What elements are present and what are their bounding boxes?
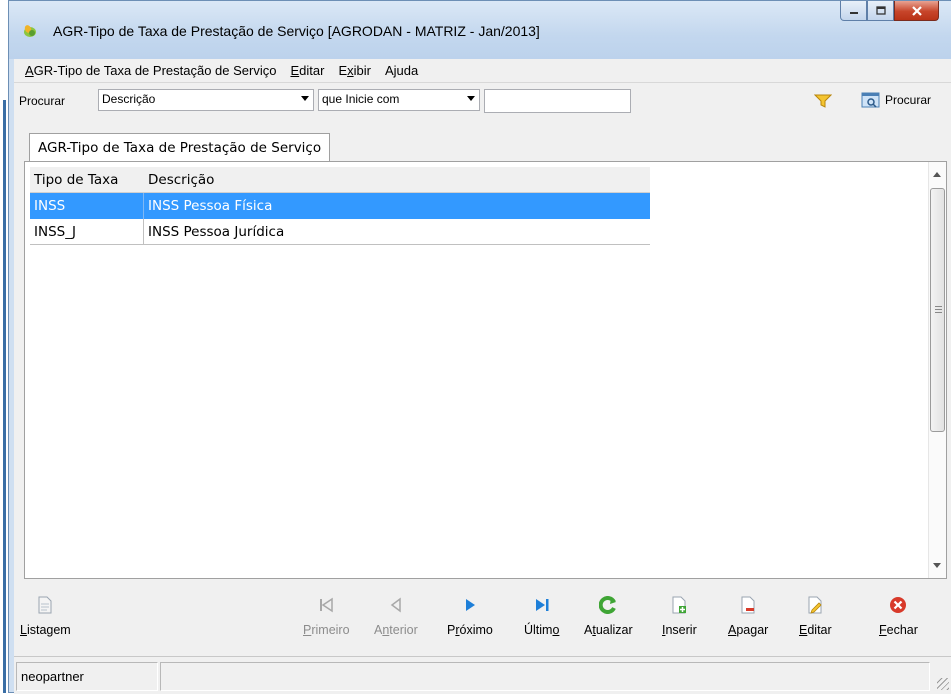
- fechar-button[interactable]: Fechar: [879, 595, 918, 637]
- status-bar: neopartner: [14, 656, 951, 694]
- editar-button[interactable]: Editar: [799, 595, 832, 637]
- column-header-descricao[interactable]: Descrição: [144, 167, 650, 192]
- chevron-down-icon: [467, 96, 475, 101]
- close-circle-icon: [888, 595, 908, 615]
- status-pane-2: [160, 662, 930, 691]
- listagem-label: Listagem: [20, 623, 71, 637]
- insert-icon: [669, 595, 689, 615]
- proximo-label: Próximo: [447, 623, 493, 637]
- scroll-thumb[interactable]: [930, 188, 945, 432]
- menu-item-ajuda[interactable]: Ajuda: [378, 63, 425, 78]
- primeiro-button[interactable]: Primeiro: [303, 595, 350, 637]
- search-field-select[interactable]: Descrição: [98, 89, 314, 111]
- maximize-icon: [875, 5, 886, 15]
- bottom-toolbar: Listagem Primeiro Anterior Próximo Últim…: [14, 589, 951, 651]
- search-condition-select[interactable]: que Inicie com: [318, 89, 480, 111]
- window-controls: [840, 1, 939, 21]
- window-title: AGR-Tipo de Taxa de Prestação de Serviço…: [53, 23, 540, 39]
- fechar-label: Fechar: [879, 623, 918, 637]
- menu-item-main[interactable]: AGR-Tipo de Taxa de Prestação de Serviço: [18, 63, 283, 78]
- tab-label: AGR-Tipo de Taxa de Prestação de Serviço: [38, 140, 322, 156]
- inserir-button[interactable]: Inserir: [662, 595, 697, 637]
- atualizar-button[interactable]: Atualizar: [584, 595, 633, 637]
- chevron-down-icon: [301, 96, 309, 101]
- resize-grip-icon[interactable]: [937, 678, 949, 690]
- search-condition-value: que Inicie com: [322, 92, 400, 106]
- anterior-button[interactable]: Anterior: [374, 595, 418, 637]
- close-icon: [911, 5, 922, 16]
- search-label: Procurar: [19, 94, 66, 108]
- proximo-button[interactable]: Próximo: [447, 595, 493, 637]
- minimize-icon: [849, 11, 858, 14]
- desktop-edge: [0, 0, 8, 693]
- scroll-up-icon[interactable]: [933, 172, 941, 177]
- delete-icon: [738, 595, 758, 615]
- table-row[interactable]: INSS_J INSS Pessoa Jurídica: [30, 219, 650, 245]
- cell-tipo[interactable]: INSS: [30, 193, 144, 219]
- atualizar-label: Atualizar: [584, 623, 633, 637]
- vertical-scrollbar[interactable]: [928, 162, 946, 578]
- cell-descricao[interactable]: INSS Pessoa Jurídica: [144, 219, 650, 244]
- next-icon: [460, 595, 480, 615]
- data-grid: Tipo de Taxa Descrição INSS INSS Pessoa …: [30, 167, 650, 245]
- tab-main[interactable]: AGR-Tipo de Taxa de Prestação de Serviço: [29, 133, 331, 162]
- cell-tipo[interactable]: INSS_J: [30, 219, 144, 244]
- funnel-icon[interactable]: [814, 94, 832, 108]
- search-input[interactable]: [484, 89, 631, 113]
- search-field-value: Descrição: [102, 92, 156, 106]
- ultimo-label: Último: [524, 623, 560, 637]
- tab-panel: Tipo de Taxa Descrição INSS INSS Pessoa …: [24, 161, 947, 579]
- status-user: neopartner: [16, 662, 158, 691]
- primeiro-label: Primeiro: [303, 623, 350, 637]
- refresh-icon: [598, 595, 618, 615]
- maximize-button[interactable]: [867, 1, 894, 21]
- editar-label: Editar: [799, 623, 832, 637]
- previous-icon: [386, 595, 406, 615]
- edit-icon: [805, 595, 825, 615]
- listagem-button[interactable]: Listagem: [20, 595, 71, 637]
- search-button-label: Procurar: [885, 93, 932, 107]
- column-header-tipo[interactable]: Tipo de Taxa: [30, 167, 144, 192]
- title-bar[interactable]: AGR-Tipo de Taxa de Prestação de Serviço…: [9, 1, 951, 59]
- minimize-button[interactable]: [840, 1, 867, 21]
- apagar-button[interactable]: Apagar: [728, 595, 768, 637]
- leaf-icon: [24, 25, 36, 37]
- grid-header: Tipo de Taxa Descrição: [30, 167, 650, 193]
- last-icon: [532, 595, 552, 615]
- inserir-label: Inserir: [662, 623, 697, 637]
- scroll-down-icon[interactable]: [933, 563, 941, 568]
- anterior-label: Anterior: [374, 623, 418, 637]
- document-icon: [35, 595, 55, 615]
- menu-item-editar[interactable]: Editar: [283, 63, 331, 78]
- menu-item-exibir[interactable]: Exibir: [331, 63, 378, 78]
- cell-descricao[interactable]: INSS Pessoa Física: [144, 193, 650, 219]
- ultimo-button[interactable]: Último: [524, 595, 559, 637]
- table-row[interactable]: INSS INSS Pessoa Física: [30, 193, 650, 219]
- search-window-icon: [861, 92, 880, 108]
- first-icon: [316, 595, 336, 615]
- close-window-button[interactable]: [894, 1, 939, 21]
- client-area: AGR-Tipo de Taxa de Prestação de Serviço…: [14, 59, 951, 694]
- apagar-label: Apagar: [728, 623, 769, 637]
- menu-bar: AGR-Tipo de Taxa de Prestação de Serviço…: [14, 59, 951, 81]
- search-bar: Procurar Descrição que Inicie com Procur…: [14, 82, 951, 118]
- search-button[interactable]: Procurar: [861, 92, 931, 108]
- app-window: AGR-Tipo de Taxa de Prestação de Serviço…: [8, 0, 951, 694]
